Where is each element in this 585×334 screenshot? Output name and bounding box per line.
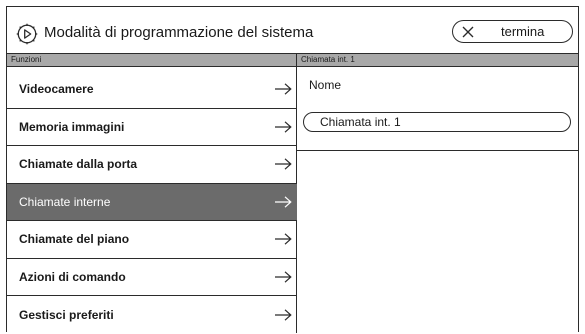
end-button-label: termina: [501, 24, 545, 39]
arrow-right-icon: [275, 158, 292, 170]
end-button[interactable]: termina: [452, 20, 573, 43]
menu-item-chiamate-del-piano[interactable]: Chiamate del piano: [7, 221, 297, 259]
arrow-right-icon: [275, 271, 292, 283]
gear-icon: [16, 23, 38, 45]
menu-item-label: Azioni di comando: [19, 269, 126, 284]
arrow-right-icon: [275, 83, 292, 95]
detail-panel-header: Chiamata int. 1: [297, 53, 578, 67]
menu-item-azioni-di-comando[interactable]: Azioni di comando: [7, 259, 297, 296]
menu-item-label: Chiamate del piano: [19, 232, 130, 247]
detail-panel: Chiamata int. 1 Nome Chiamata int. 1: [297, 53, 578, 333]
menu-item-label: Chiamate interne: [19, 194, 111, 209]
page-title: Modalità di programmazione del sistema: [44, 24, 314, 41]
menu-item-gestisci-preferiti[interactable]: Gestisci preferiti: [7, 296, 297, 334]
menu-item-label: Gestisci preferiti: [19, 307, 114, 322]
arrow-right-icon: [275, 233, 292, 245]
menu-item-label: Memoria immagini: [19, 119, 125, 134]
functions-menu: Videocamere Memoria immagini Chiamate da…: [7, 71, 297, 334]
header-bar: Modalità di programmazione del sistema t…: [7, 7, 578, 53]
name-field[interactable]: Chiamata int. 1: [303, 112, 571, 132]
arrow-right-icon: [275, 121, 292, 133]
app-window: Modalità di programmazione del sistema t…: [6, 6, 579, 333]
menu-item-label: Chiamate dalla porta: [19, 157, 138, 172]
menu-item-memoria-immagini[interactable]: Memoria immagini: [7, 109, 297, 146]
close-icon: [462, 26, 474, 38]
name-label: Nome: [309, 78, 342, 92]
menu-item-videocamere[interactable]: Videocamere: [7, 71, 297, 109]
arrow-right-icon: [275, 309, 292, 321]
functions-panel-header: Funzioni: [7, 53, 296, 67]
menu-item-chiamate-interne[interactable]: Chiamate interne: [7, 183, 297, 221]
menu-item-chiamate-dalla-porta[interactable]: Chiamate dalla porta: [7, 146, 297, 184]
arrow-right-icon: [275, 196, 292, 208]
menu-item-label: Videocamere: [19, 82, 94, 97]
functions-panel: Funzioni Videocamere Memoria immagini Ch…: [7, 53, 297, 333]
name-section: Nome Chiamata int. 1: [297, 67, 578, 151]
